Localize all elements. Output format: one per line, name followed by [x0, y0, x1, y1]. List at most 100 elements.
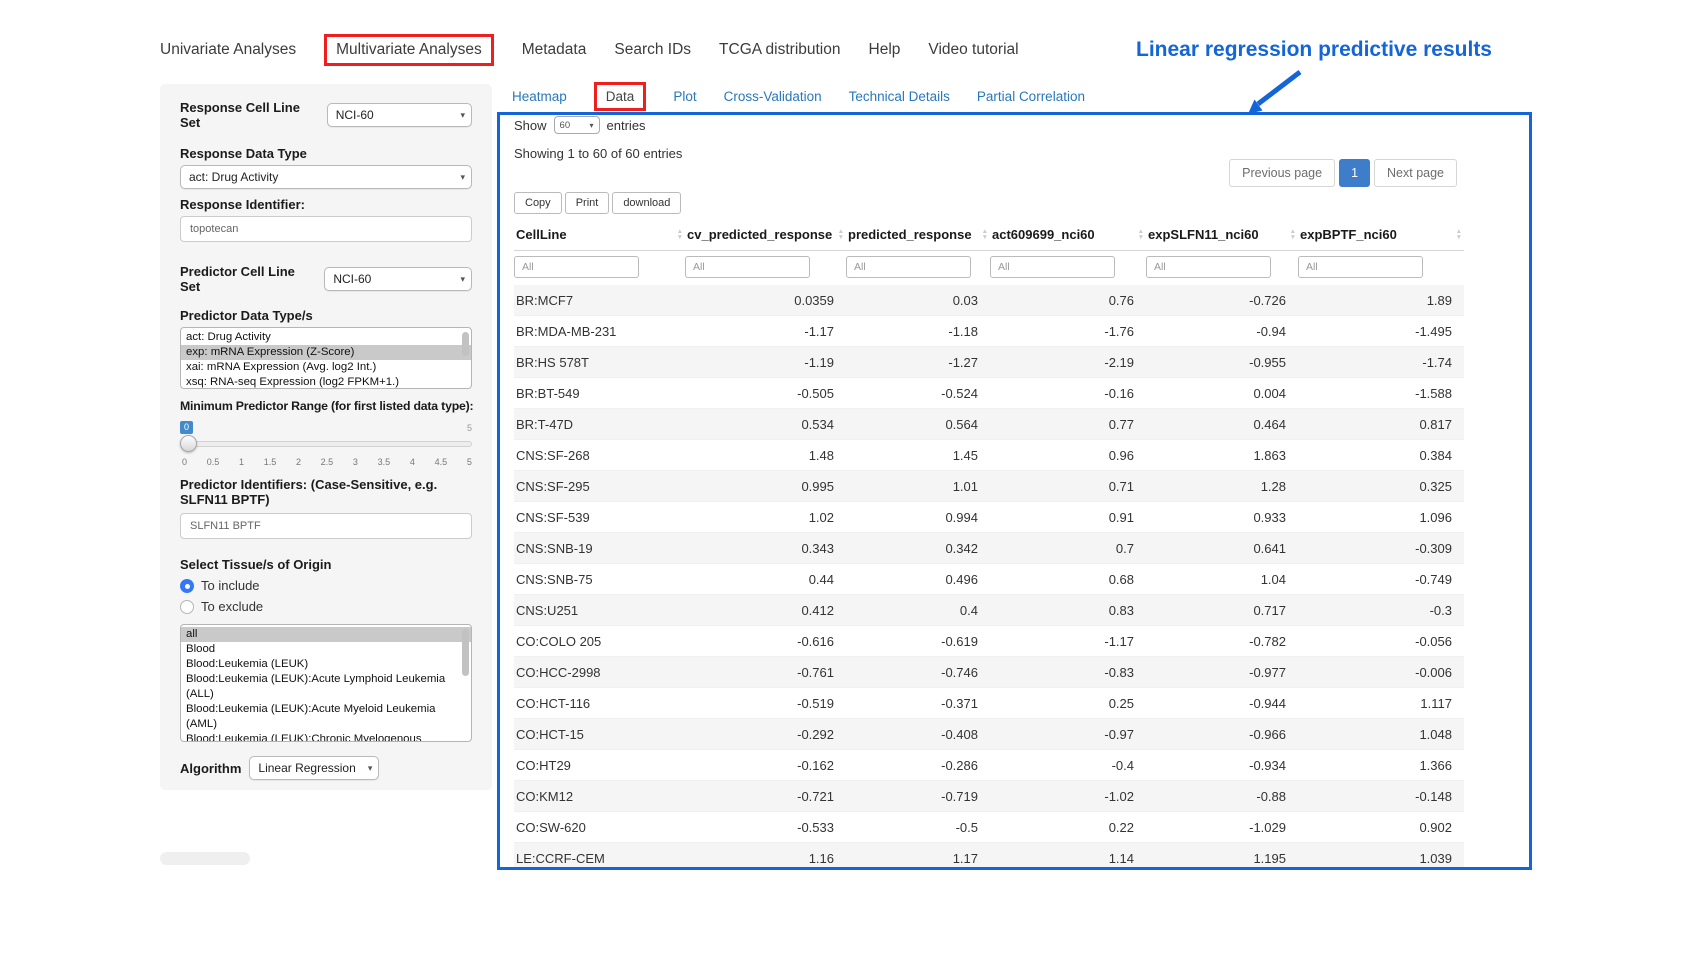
cellline-cell: BR:HS 578T	[514, 347, 685, 377]
table-row: LE:CCRF-CEM 1.16 1.17 1.14 1.195 1.039	[514, 843, 1464, 870]
column-header[interactable]: CellLine ▲ ▼	[514, 219, 685, 250]
filter-cell	[685, 256, 846, 278]
table-row: CO:COLO 205 -0.616 -0.619 -1.17 -0.782 -…	[514, 626, 1464, 657]
scrollbar-thumb[interactable]	[462, 629, 469, 676]
response-cell-line-set-select[interactable]: NCI-60 ▾	[327, 103, 472, 127]
export-button[interactable]: download	[612, 192, 681, 214]
column-label: CellLine	[516, 227, 567, 242]
column-filter-input[interactable]	[514, 256, 639, 278]
value-cell: 0.71	[990, 471, 1146, 501]
nav-item[interactable]: Help	[869, 37, 901, 63]
column-filter-input[interactable]	[685, 256, 810, 278]
sort-desc-icon: ▼	[1290, 235, 1296, 241]
tab[interactable]: Cross-Validation	[724, 89, 822, 104]
slider-tick-label: 2.5	[321, 457, 334, 467]
entries-label: entries	[607, 118, 646, 133]
nav-item[interactable]: Video tutorial	[928, 37, 1018, 63]
column-filter-input[interactable]	[990, 256, 1115, 278]
value-cell: 0.641	[1146, 533, 1298, 563]
listbox-option[interactable]: xai: mRNA Expression (Avg. log2 Int.)	[181, 360, 471, 375]
page-number-button[interactable]: 1	[1339, 159, 1370, 187]
export-button[interactable]: Copy	[514, 192, 562, 214]
radio-icon[interactable]	[180, 579, 194, 593]
table-row: BR:BT-549 -0.505 -0.524 -0.16 0.004 -1.5…	[514, 378, 1464, 409]
sort-icon[interactable]: ▲ ▼	[1456, 229, 1462, 241]
column-filter-input[interactable]	[1146, 256, 1271, 278]
next-page-button[interactable]: Next page	[1374, 159, 1457, 187]
listbox-option[interactable]: Blood:Leukemia (LEUK):Acute Lymphoid Leu…	[181, 672, 471, 702]
column-header[interactable]: act609699_nci60 ▲ ▼	[990, 219, 1146, 250]
response-data-type-select[interactable]: act: Drug Activity ▾	[180, 165, 472, 189]
sort-icon[interactable]: ▲ ▼	[1138, 229, 1144, 241]
nav-item[interactable]: Multivariate Analyses	[324, 34, 494, 66]
cellline-cell: CO:HT29	[514, 750, 685, 780]
listbox-option[interactable]: Blood:Leukemia (LEUK):Acute Myeloid Leuk…	[181, 702, 471, 732]
radio-icon[interactable]	[180, 600, 194, 614]
sort-desc-icon: ▼	[1138, 235, 1144, 241]
page-length-select[interactable]: 60 ▾	[554, 116, 600, 134]
tab[interactable]: Data	[594, 82, 647, 111]
scrollbar[interactable]	[461, 627, 470, 739]
predictor-identifiers-label: Predictor Identifiers: (Case-Sensitive, …	[180, 477, 472, 507]
column-header[interactable]: expSLFN11_nci60 ▲ ▼	[1146, 219, 1298, 250]
sort-icon[interactable]: ▲ ▼	[838, 229, 844, 241]
value-cell: 0.817	[1298, 409, 1464, 439]
radio-option[interactable]: To include	[180, 578, 472, 593]
sort-icon[interactable]: ▲ ▼	[1290, 229, 1296, 241]
select-value: Linear Regression	[258, 761, 355, 775]
sort-icon[interactable]: ▲ ▼	[677, 229, 683, 241]
value-cell: -0.148	[1298, 781, 1464, 811]
scrollbar[interactable]	[461, 330, 470, 386]
slider-tick-label: 5	[467, 457, 472, 467]
predictor-cell-line-set-select[interactable]: NCI-60 ▾	[324, 267, 472, 291]
nav-item[interactable]: Search IDs	[614, 37, 691, 63]
value-cell: -1.029	[1146, 812, 1298, 842]
nav-item[interactable]: Univariate Analyses	[160, 37, 296, 63]
export-button[interactable]: Print	[565, 192, 610, 214]
nav-item[interactable]: TCGA distribution	[719, 37, 840, 63]
tab[interactable]: Partial Correlation	[977, 89, 1085, 104]
listbox-option[interactable]: exp: mRNA Expression (Z-Score)	[181, 345, 471, 360]
radio-label: To include	[201, 578, 260, 593]
column-filter-input[interactable]	[846, 256, 971, 278]
show-entries-row: Show 60 ▾ entries	[514, 116, 646, 134]
slider-tick-label: 0.5	[207, 457, 220, 467]
value-cell: 1.195	[1146, 843, 1298, 870]
sort-desc-icon: ▼	[982, 235, 988, 241]
value-cell: -0.726	[1146, 285, 1298, 315]
value-cell: 0.342	[846, 533, 990, 563]
listbox-option[interactable]: xsq: RNA-seq Expression (log2 FPKM+1.)	[181, 375, 471, 389]
value-cell: -0.524	[846, 378, 990, 408]
column-filter-input[interactable]	[1298, 256, 1423, 278]
tab[interactable]: Technical Details	[849, 89, 950, 104]
nav-item[interactable]: Metadata	[522, 37, 587, 63]
tab[interactable]: Plot	[673, 89, 696, 104]
listbox-option[interactable]: Blood	[181, 642, 471, 657]
value-cell: -0.286	[846, 750, 990, 780]
slider-track[interactable]	[180, 441, 472, 447]
previous-page-button[interactable]: Previous page	[1229, 159, 1335, 187]
listbox-option[interactable]: all	[181, 627, 471, 642]
tissue-origin-label: Select Tissue/s of Origin	[180, 557, 472, 572]
slider-handle[interactable]	[180, 435, 197, 452]
table-row: CO:HT29 -0.162 -0.286 -0.4 -0.934 1.366	[514, 750, 1464, 781]
value-cell: -0.162	[685, 750, 846, 780]
listbox-option[interactable]: Blood:Leukemia (LEUK)	[181, 657, 471, 672]
column-header[interactable]: predicted_response ▲ ▼	[846, 219, 990, 250]
scrollbar-thumb[interactable]	[462, 332, 469, 356]
predictor-cell-line-set-label: Predictor Cell Line Set	[180, 264, 316, 294]
algorithm-select[interactable]: Linear Regression ▾	[249, 756, 379, 780]
predictor-identifiers-input[interactable]	[180, 513, 472, 539]
column-header[interactable]: cv_predicted_response ▲ ▼	[685, 219, 846, 250]
response-identifier-input[interactable]	[180, 216, 472, 242]
value-cell: 0.83	[990, 595, 1146, 625]
sort-desc-icon: ▼	[838, 235, 844, 241]
tab[interactable]: Heatmap	[512, 89, 567, 104]
tissue-listbox[interactable]: all Blood Blood:Leukemia (LEUK) Blood:Le…	[180, 624, 472, 742]
listbox-option[interactable]: Blood:Leukemia (LEUK):Chronic Myelogenou…	[181, 732, 471, 742]
predictor-data-type-listbox[interactable]: act: Drug Activity exp: mRNA Expression …	[180, 327, 472, 389]
column-header[interactable]: expBPTF_nci60 ▲ ▼	[1298, 219, 1464, 250]
radio-option[interactable]: To exclude	[180, 599, 472, 614]
sort-icon[interactable]: ▲ ▼	[982, 229, 988, 241]
listbox-option[interactable]: act: Drug Activity	[181, 330, 471, 345]
